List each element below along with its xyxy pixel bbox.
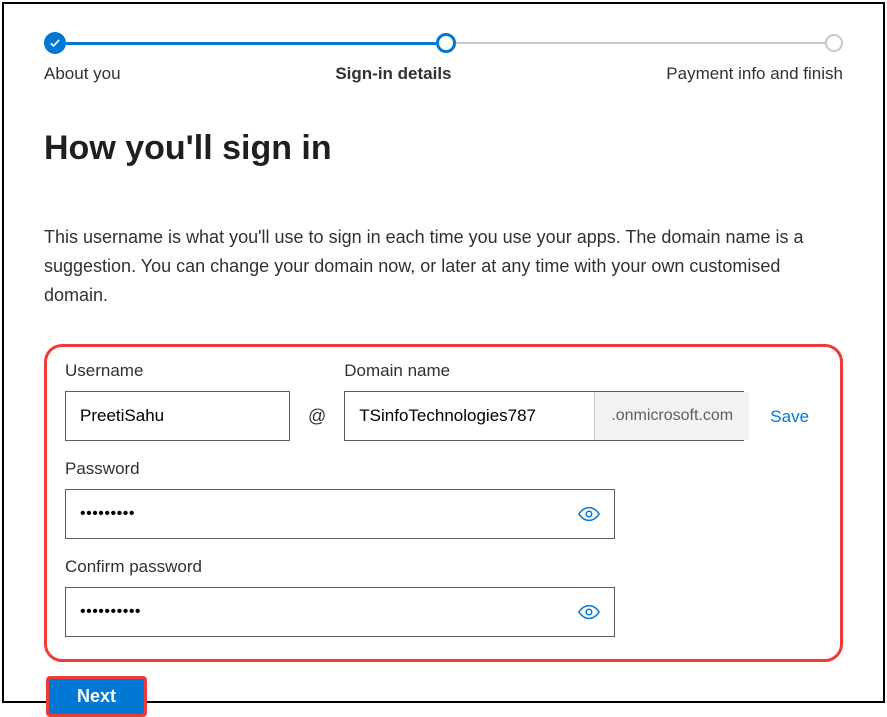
at-symbol: @ bbox=[308, 406, 326, 441]
stepper-labels: About you Sign-in details Payment info a… bbox=[44, 64, 843, 84]
confirm-password-input[interactable] bbox=[66, 603, 564, 621]
step-payment-icon bbox=[825, 34, 843, 52]
page-frame: About you Sign-in details Payment info a… bbox=[2, 2, 885, 703]
show-password-icon[interactable] bbox=[564, 503, 614, 525]
step-label-1: About you bbox=[44, 64, 121, 84]
confirm-password-label: Confirm password bbox=[65, 557, 822, 577]
password-label: Password bbox=[65, 459, 822, 479]
password-input[interactable] bbox=[66, 505, 564, 523]
show-confirm-password-icon[interactable] bbox=[564, 601, 614, 623]
step-label-2: Sign-in details bbox=[335, 64, 451, 84]
username-input[interactable] bbox=[65, 391, 290, 441]
confirm-password-field-group: Confirm password bbox=[65, 557, 822, 637]
stepper-line-2 bbox=[456, 42, 826, 44]
stepper-line-1 bbox=[66, 42, 436, 45]
domain-label: Domain name bbox=[344, 361, 744, 381]
page-heading: How you'll sign in bbox=[44, 129, 843, 168]
next-button[interactable]: Next bbox=[46, 676, 147, 717]
form-highlight: Username @ Domain name .onmicrosoft.com … bbox=[44, 344, 843, 662]
domain-input[interactable] bbox=[345, 392, 594, 440]
page-description: This username is what you'll use to sign… bbox=[44, 223, 843, 309]
save-link[interactable]: Save bbox=[770, 407, 809, 441]
stepper bbox=[44, 32, 843, 54]
step-about-you-icon bbox=[44, 32, 66, 54]
step-signin-details-icon bbox=[436, 33, 456, 53]
domain-field-group: Domain name .onmicrosoft.com bbox=[344, 361, 744, 441]
username-label: Username bbox=[65, 361, 290, 381]
username-field-group: Username bbox=[65, 361, 290, 441]
domain-suffix: .onmicrosoft.com bbox=[594, 392, 749, 440]
step-label-3: Payment info and finish bbox=[666, 64, 843, 84]
password-field-group: Password bbox=[65, 459, 822, 539]
